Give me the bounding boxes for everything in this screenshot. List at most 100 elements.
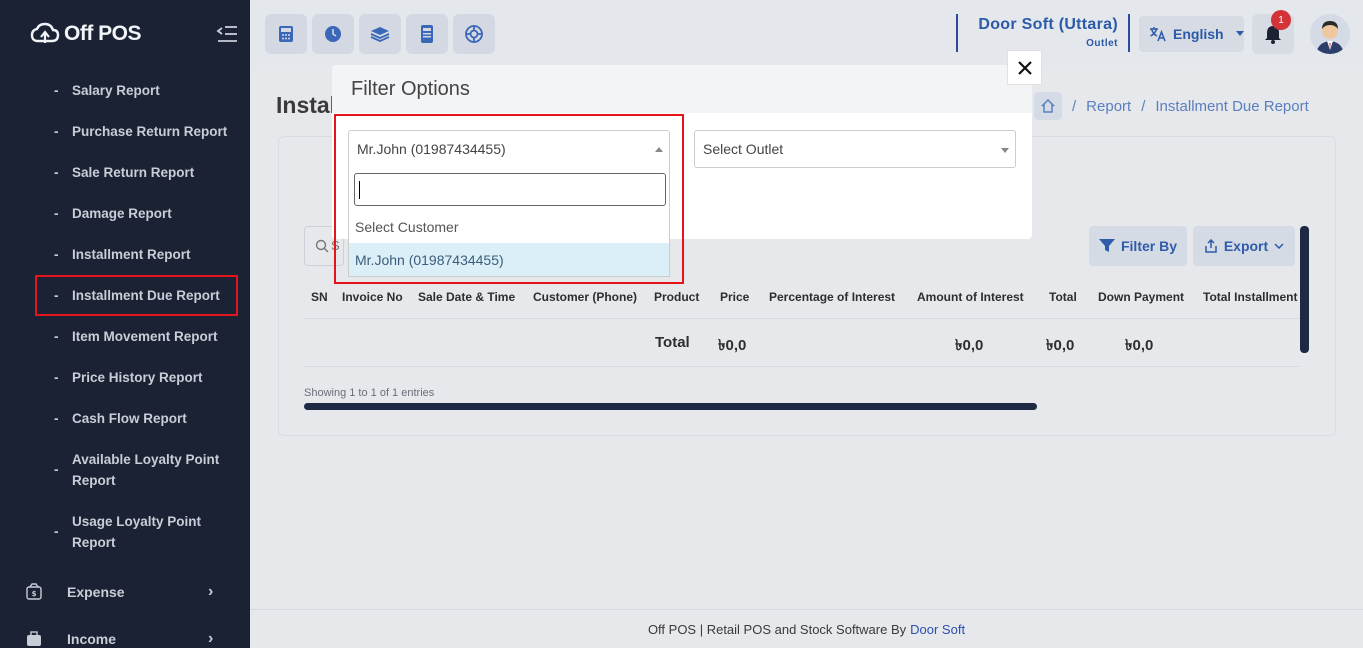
wallet-icon: $ (26, 583, 42, 600)
sidebar-item-available-loyalty-point-report[interactable]: - Available Loyalty Point Report (0, 449, 230, 491)
column-header[interactable]: Total Installment (1203, 290, 1300, 304)
column-header[interactable]: Down Payment (1098, 290, 1184, 304)
register-button[interactable] (406, 14, 448, 54)
layers-button[interactable] (359, 14, 401, 54)
breadcrumb: / Report / Installment Due Report (1034, 92, 1309, 120)
sidebar-item-cash-flow-report[interactable]: - Cash Flow Report (0, 408, 187, 429)
breadcrumb-separator: / (1141, 97, 1146, 115)
outlet-select-value: Select Outlet (703, 141, 784, 157)
page-footer: Off POS | Retail POS and Stock Software … (250, 609, 1363, 648)
language-label: English (1173, 26, 1224, 42)
sidebar-item-label: Available Loyalty Point Report (72, 452, 220, 488)
notification-badge: 1 (1271, 10, 1291, 30)
bullet-dash: - (54, 524, 59, 539)
vertical-scrollbar[interactable] (1300, 226, 1309, 353)
sidebar-section-expense[interactable]: $ Expense › (0, 577, 250, 607)
bullet-dash: - (54, 370, 59, 385)
translate-icon (1150, 27, 1166, 42)
clock-button[interactable] (312, 14, 354, 54)
collapse-menu-icon[interactable] (216, 24, 238, 44)
outlet-select[interactable]: Select Outlet (694, 130, 1016, 168)
column-header[interactable]: Product (654, 290, 699, 304)
sidebar-section-income[interactable]: Income › (0, 624, 250, 648)
sidebar-item-salary-report[interactable]: - Salary Report (0, 80, 160, 101)
close-modal-button[interactable] (1007, 50, 1042, 85)
export-label: Export (1223, 238, 1269, 254)
home-icon (1041, 99, 1055, 113)
language-selector[interactable]: English (1139, 16, 1244, 52)
sidebar-item-usage-loyalty-point-report[interactable]: - Usage Loyalty Point Report (0, 511, 220, 553)
sidebar-section-label: Expense (67, 584, 125, 600)
modal-title: Filter Options (351, 78, 470, 100)
close-icon (1017, 60, 1032, 75)
bullet-dash: - (54, 165, 59, 180)
chevron-right-icon: › (208, 630, 214, 647)
footer-text: Off POS | Retail POS and Stock Software … (647, 621, 907, 637)
breadcrumb-report[interactable]: Report (1086, 98, 1131, 115)
column-header[interactable]: Price (720, 290, 749, 304)
total-total: ৳0,0 (1046, 337, 1075, 354)
horizontal-scrollbar[interactable] (304, 403, 1037, 410)
cloud-logo-icon (30, 22, 60, 43)
outlet-name: Door Soft (Uttara) (978, 16, 1118, 33)
calculator-button[interactable] (265, 14, 307, 54)
sidebar-section-label: Income (67, 631, 117, 647)
column-header[interactable]: Invoice No (342, 290, 403, 304)
briefcase-icon (27, 631, 41, 646)
sidebar-item-label: Price History Report (72, 370, 203, 385)
filter-label: Filter By (1120, 238, 1177, 254)
bullet-dash: - (54, 462, 59, 477)
logo[interactable]: Off POS (30, 22, 142, 46)
column-header[interactable]: Sale Date & Time (418, 290, 515, 304)
modal-header: Filter Options (332, 65, 1032, 113)
outlet-info[interactable]: Door Soft (Uttara) Outlet (956, 14, 1130, 52)
bullet-dash: - (54, 411, 59, 426)
user-avatar-icon (1310, 14, 1350, 54)
active-item-highlight (35, 275, 238, 316)
entries-info: Showing 1 to 1 of 1 entries (304, 387, 435, 399)
export-button[interactable]: Export (1193, 226, 1295, 266)
breadcrumb-current: Installment Due Report (1155, 97, 1309, 115)
column-header[interactable]: Amount of Interest (917, 290, 1024, 304)
filter-by-button[interactable]: Filter By (1089, 226, 1187, 266)
sidebar-item-label: Purchase Return Report (72, 124, 228, 139)
customer-filter-highlight (334, 114, 684, 284)
column-header[interactable]: Total (1049, 290, 1077, 304)
home-button[interactable] (1034, 92, 1062, 120)
clock-icon (325, 26, 341, 42)
footer-link[interactable]: Door Soft (910, 622, 965, 637)
sidebar-item-purchase-return-report[interactable]: - Purchase Return Report (0, 121, 227, 142)
calculator-icon (279, 26, 293, 42)
sidebar-item-damage-report[interactable]: - Damage Report (0, 203, 172, 224)
svg-text:$: $ (32, 590, 37, 598)
column-header[interactable]: SN (311, 290, 328, 304)
bullet-dash: - (54, 329, 59, 344)
register-icon (421, 25, 433, 43)
sidebar-item-installment-report[interactable]: - Installment Report (0, 244, 191, 265)
export-icon (1205, 239, 1217, 253)
chevron-right-icon: › (208, 583, 214, 600)
logo-text: Off POS (64, 22, 142, 45)
logo-row: Off POS (0, 0, 250, 68)
support-icon (465, 25, 483, 43)
total-amount-of-interest: ৳0,0 (955, 337, 984, 354)
sidebar-item-label: Damage Report (72, 206, 172, 221)
outlet-label: Outlet (1086, 38, 1118, 49)
bullet-dash: - (54, 206, 59, 221)
column-header[interactable]: Customer (Phone) (533, 290, 637, 304)
chevron-down-icon (1274, 243, 1284, 249)
header-divider (304, 318, 1300, 319)
avatar[interactable] (1310, 14, 1350, 54)
sidebar-item-item-movement-report[interactable]: - Item Movement Report (0, 326, 218, 347)
footer-divider (304, 366, 1300, 367)
column-header[interactable]: Percentage of Interest (769, 290, 895, 304)
page-title: Instal (276, 92, 337, 118)
sidebar-item-sale-return-report[interactable]: - Sale Return Report (0, 162, 194, 183)
bullet-dash: - (54, 124, 59, 139)
sidebar-item-label: Usage Loyalty Point Report (72, 514, 202, 550)
support-button[interactable] (453, 14, 495, 54)
bullet-dash: - (54, 83, 59, 98)
sidebar: Off POS - Salary Report - Purchase Return … (0, 0, 250, 648)
sidebar-item-price-history-report[interactable]: - Price History Report (0, 367, 203, 388)
sidebar-item-label: Installment Report (72, 247, 191, 262)
